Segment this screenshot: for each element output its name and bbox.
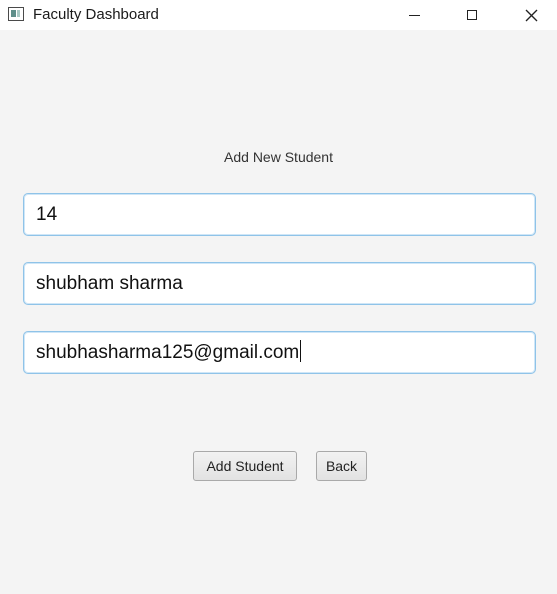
student-name-input[interactable]: shubham sharma (23, 262, 536, 305)
app-window-icon (8, 7, 24, 21)
close-icon (525, 9, 537, 21)
maximize-button[interactable] (449, 0, 495, 30)
student-id-input[interactable]: 14 (23, 193, 536, 236)
title-bar: Faculty Dashboard (0, 0, 557, 30)
minimize-icon (408, 14, 420, 16)
app-icon-pane-secondary (17, 10, 20, 17)
window-title: Faculty Dashboard (33, 6, 159, 23)
text-caret (300, 340, 302, 363)
add-student-button[interactable]: Add Student (193, 451, 297, 481)
student-id-value: 14 (36, 204, 58, 225)
minimize-button[interactable] (391, 0, 437, 30)
back-button[interactable]: Back (316, 451, 367, 481)
student-email-input[interactable]: shubhasharma125@gmail.com (23, 331, 536, 374)
maximize-icon (467, 10, 477, 20)
close-button[interactable] (508, 0, 554, 30)
student-name-value: shubham sharma (36, 273, 183, 294)
app-icon-pane (11, 10, 16, 17)
student-email-value: shubhasharma125@gmail.com (36, 342, 300, 363)
form-heading: Add New Student (224, 149, 333, 165)
app-window: Faculty Dashboard Add New Student 14 shu… (0, 0, 557, 594)
